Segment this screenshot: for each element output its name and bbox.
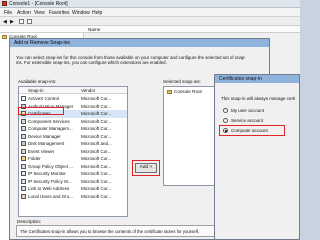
disk-management-icon <box>21 141 26 146</box>
snapin-vendor: Microsoft Cor... <box>81 193 112 199</box>
mmc-menu-bar: File Action View Favorites Window Help <box>0 8 300 17</box>
snapin-row-ip-security-policy[interactable]: IP Security Policy M... Microsoft Cor... <box>19 178 127 186</box>
console-tree-icon[interactable] <box>19 19 24 24</box>
snapin-row-event-viewer[interactable]: Event Viewer Microsoft Cor... <box>19 148 127 156</box>
ip-security-policy-icon <box>21 178 26 184</box>
selected-snapins-label: Selected snap-ins: <box>163 79 201 84</box>
snapin-name: Disk Management <box>28 141 65 146</box>
snapin-row-computer-management[interactable]: Computer Managem... Microsoft Cor... <box>19 125 127 133</box>
snapin-vendor: Microsoft Cor... <box>81 156 112 161</box>
back-icon[interactable]: ◀ <box>3 19 7 25</box>
snapin-vendor: Microsoft Cor... <box>81 96 112 101</box>
wizard-title-bar: Certificates snap-in <box>215 75 299 83</box>
description-label: Description: <box>17 219 42 224</box>
column-vendor[interactable]: Vendor <box>81 88 95 93</box>
local-users-icon <box>21 193 26 199</box>
menu-file[interactable]: File <box>4 10 12 16</box>
event-viewer-icon <box>21 148 26 154</box>
snapin-vendor: Microsoft Cor... <box>81 148 112 154</box>
available-snapins-label: Available snap-ins: <box>18 79 57 84</box>
available-list-header: Snap-in Vendor <box>19 87 127 94</box>
snapin-name: Component Services <box>28 118 70 124</box>
mmc-title-bar: Console1 - [Console Root] <box>0 0 300 8</box>
column-name[interactable]: Name <box>88 27 100 32</box>
console-root-icon <box>167 90 172 94</box>
snapin-row-activex-control[interactable]: ActiveX Control Microsoft Cor... <box>19 95 127 103</box>
certificates-snapin-wizard: Certificates snap-in This snap-in will a… <box>214 74 300 240</box>
menu-favorites[interactable]: Favorites <box>49 10 70 16</box>
web-link-icon <box>21 186 26 191</box>
menu-view[interactable]: View <box>34 10 45 16</box>
snapin-vendor: Microsoft Cor... <box>81 118 112 124</box>
snapin-vendor: Microsoft Cor... <box>81 103 112 109</box>
menu-action[interactable]: Action <box>17 10 31 16</box>
snapin-name: Link to Web Address <box>28 186 70 191</box>
mmc-app-icon <box>2 1 7 6</box>
folder-icon <box>21 156 26 161</box>
snapin-name: Group Policy Object ... <box>28 163 74 169</box>
snapin-vendor: Microsoft Cor... <box>81 163 112 169</box>
option-my-user-account[interactable]: My user account <box>231 108 264 113</box>
snapin-row-group-policy-object[interactable]: Group Policy Object ... Microsoft Cor... <box>19 163 127 171</box>
snapin-name: Computer Managem... <box>28 126 73 131</box>
snapin-row-disk-management[interactable]: Disk Management Microsoft and... <box>19 140 127 148</box>
snapin-name: Device Manager <box>28 133 61 139</box>
available-snapins-list[interactable]: Snap-in Vendor ActiveX Control Microsoft… <box>18 86 128 217</box>
console-root-icon <box>2 35 7 39</box>
snapin-name: Local Users and Gro... <box>28 193 74 199</box>
snapin-row-local-users-and-groups[interactable]: Local Users and Gro... Microsoft Cor... <box>19 193 127 201</box>
selected-item-console-root[interactable]: Console Root <box>174 89 202 94</box>
wizard-title: Certificates snap-in <box>219 76 262 82</box>
snapin-vendor: Microsoft Cor... <box>81 186 112 191</box>
dialog-title: Add or Remove Snap-ins <box>14 40 70 46</box>
dialog-intro-text: You can select snap-ins for this console… <box>16 55 246 66</box>
forward-icon[interactable]: ▶ <box>10 19 14 25</box>
mmc-column-header: Name <box>0 26 300 33</box>
group-policy-icon <box>21 163 26 169</box>
snapin-vendor: Microsoft Cor... <box>81 126 112 131</box>
snapin-name: IP Security Policy M... <box>28 178 72 184</box>
snapin-row-ip-security-monitor[interactable]: IP Security Monitor Microsoft Cor... <box>19 170 127 178</box>
component-services-icon <box>21 118 26 124</box>
dialog-title-bar: Add or Remove Snap-ins <box>10 39 269 47</box>
snapin-vendor: Microsoft Cor... <box>81 178 112 184</box>
ip-security-monitor-icon <box>21 171 26 176</box>
option-service-account[interactable]: Service account <box>231 118 263 123</box>
add-button-highlight <box>132 160 160 176</box>
menu-help[interactable]: Help <box>92 10 102 16</box>
wizard-prompt: This snap-in will always manage certi <box>221 96 296 101</box>
mmc-title: Console1 - [Console Root] <box>9 1 68 7</box>
snapin-row-folder[interactable]: Folder Microsoft Cor... <box>19 155 127 163</box>
snapin-row-link-to-web-address[interactable]: Link to Web Address Microsoft Cor... <box>19 185 127 193</box>
snapin-row-component-services[interactable]: Component Services Microsoft Cor... <box>19 118 127 126</box>
snapin-vendor: Microsoft Cor... <box>81 111 112 116</box>
device-manager-icon <box>21 133 26 139</box>
mmc-toolbar: ◀ ▶ <box>0 17 300 26</box>
certificates-highlight <box>18 107 64 115</box>
properties-icon[interactable] <box>27 19 32 24</box>
snapin-vendor: Microsoft Cor... <box>81 171 112 176</box>
computer-account-highlight <box>219 125 285 136</box>
snapin-name: Folder <box>28 156 41 161</box>
computer-management-icon <box>21 126 26 131</box>
radio-my-user-account[interactable] <box>223 108 228 113</box>
description-text: The Certificates snap-in allows you to b… <box>20 229 200 234</box>
snapin-row-device-manager[interactable]: Device Manager Microsoft Cor... <box>19 133 127 141</box>
snapin-name: IP Security Monitor <box>28 171 66 176</box>
column-snapin[interactable]: Snap-in <box>28 88 44 93</box>
snapin-name: Event Viewer <box>28 148 55 154</box>
menu-window[interactable]: Window <box>72 10 90 16</box>
snapin-vendor: Microsoft Cor... <box>81 133 112 139</box>
snapin-vendor: Microsoft and... <box>81 141 112 146</box>
radio-service-account[interactable] <box>223 118 228 123</box>
activex-icon <box>21 96 26 101</box>
snapin-name: ActiveX Control <box>28 96 60 101</box>
